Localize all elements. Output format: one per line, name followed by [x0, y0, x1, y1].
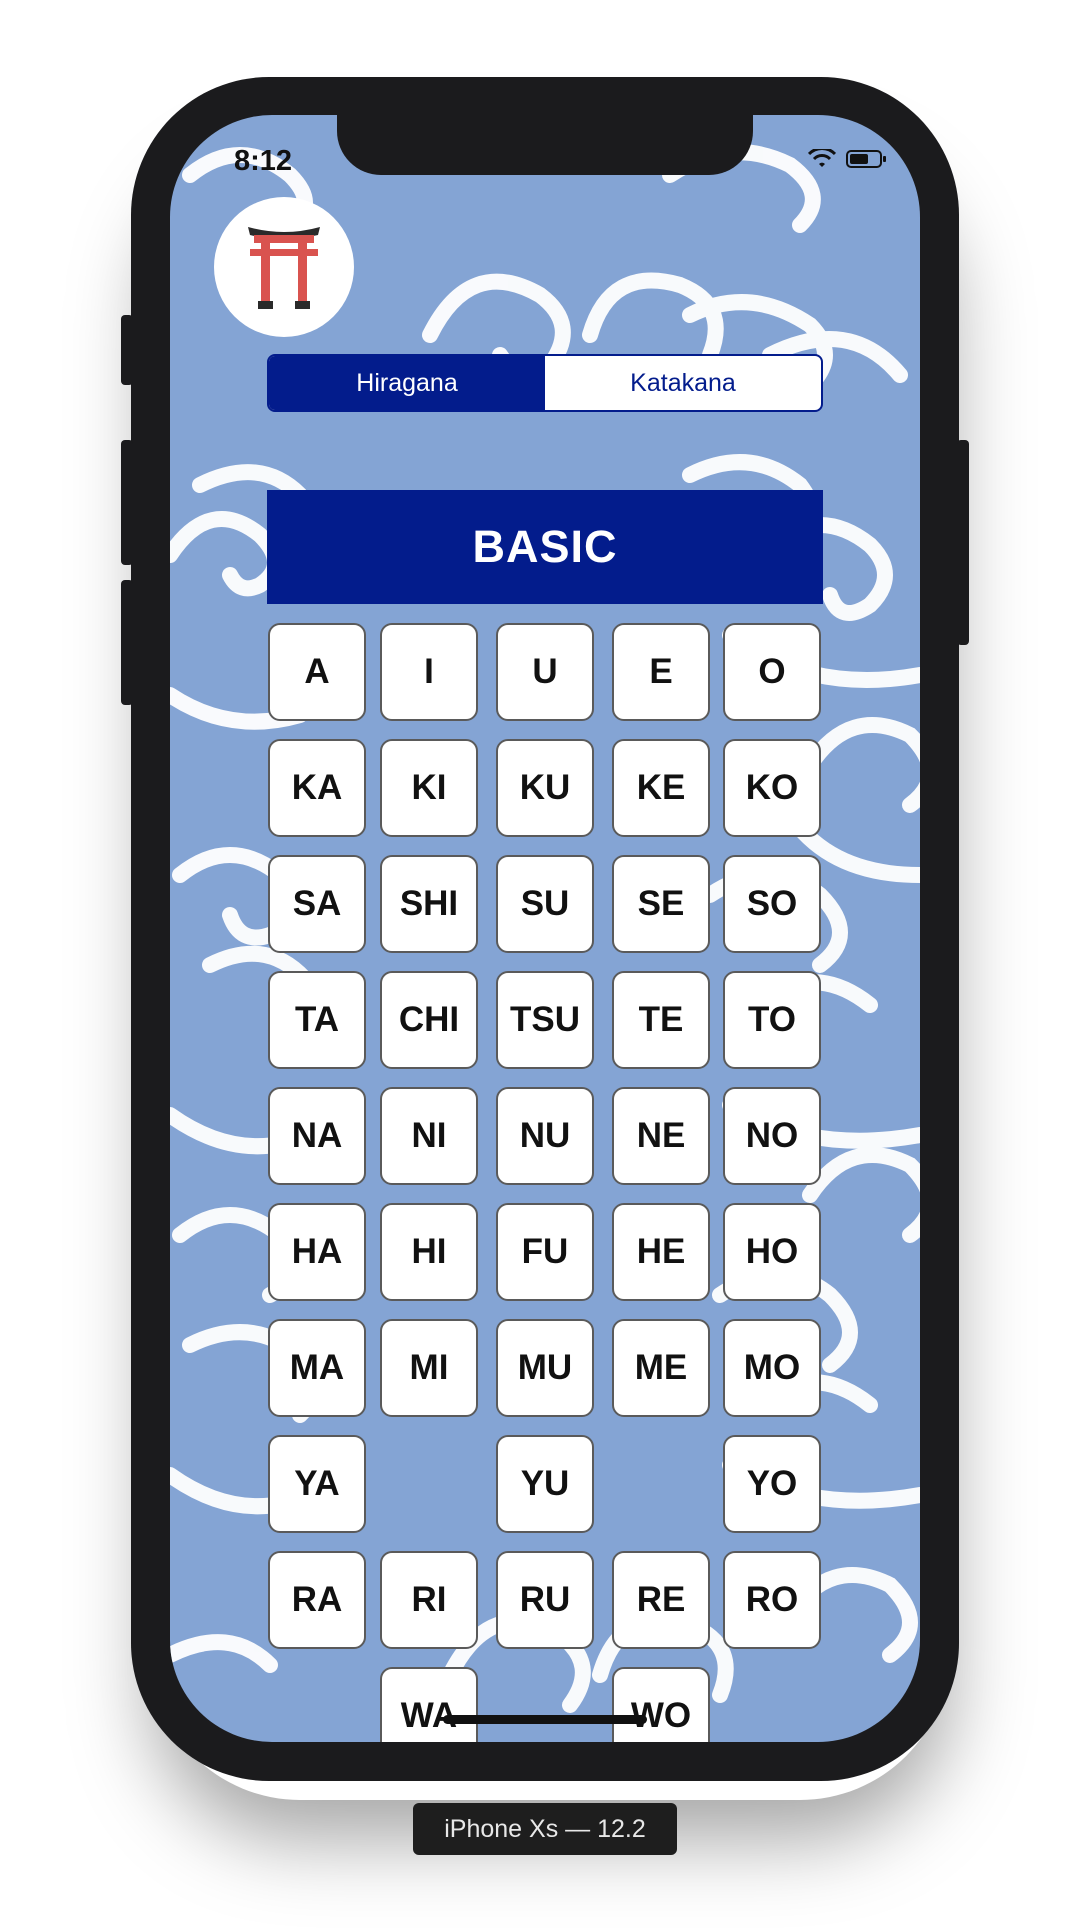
kana-button-hi[interactable]: HI [380, 1203, 478, 1301]
kana-button-no[interactable]: NO [723, 1087, 821, 1185]
kana-button-ma[interactable]: MA [268, 1319, 366, 1417]
kana-button-to[interactable]: TO [723, 971, 821, 1069]
mute-switch [121, 315, 133, 385]
kana-button-te[interactable]: TE [612, 971, 710, 1069]
app-screen: 8:12 Hiragana Katakana BASIC A I U E O KA KI KU… [170, 115, 920, 1742]
kana-button-he[interactable]: HE [612, 1203, 710, 1301]
kana-button-ha[interactable]: HA [268, 1203, 366, 1301]
power-button [957, 440, 969, 645]
kana-button-ra[interactable]: RA [268, 1551, 366, 1649]
kana-button-shi[interactable]: SHI [380, 855, 478, 953]
kana-button-chi[interactable]: CHI [380, 971, 478, 1069]
kana-button-so[interactable]: SO [723, 855, 821, 953]
kana-button-ko[interactable]: KO [723, 739, 821, 837]
kana-button-ho[interactable]: HO [723, 1203, 821, 1301]
kana-button-nu[interactable]: NU [496, 1087, 594, 1185]
kana-button-ka[interactable]: KA [268, 739, 366, 837]
kana-button-ni[interactable]: NI [380, 1087, 478, 1185]
kana-button-i[interactable]: I [380, 623, 478, 721]
kana-button-ki[interactable]: KI [380, 739, 478, 837]
kana-button-yu[interactable]: YU [496, 1435, 594, 1533]
kana-button-ri[interactable]: RI [380, 1551, 478, 1649]
volume-up-button [121, 440, 133, 565]
kana-button-ku[interactable]: KU [496, 739, 594, 837]
home-indicator[interactable] [443, 1715, 647, 1724]
kana-button-ro[interactable]: RO [723, 1551, 821, 1649]
kana-button-tsu[interactable]: TSU [496, 971, 594, 1069]
device-label: iPhone Xs — 12.2 [413, 1803, 677, 1855]
kana-button-sa[interactable]: SA [268, 855, 366, 953]
kana-button-re[interactable]: RE [612, 1551, 710, 1649]
kana-button-fu[interactable]: FU [496, 1203, 594, 1301]
kana-grid: A I U E O KA KI KU KE KO SA SHI SU SE SO TA CHI TSU TE TO NA… [170, 115, 920, 1742]
kana-button-me[interactable]: ME [612, 1319, 710, 1417]
kana-button-a[interactable]: A [268, 623, 366, 721]
kana-button-wa[interactable]: WA [380, 1667, 478, 1742]
kana-button-se[interactable]: SE [612, 855, 710, 953]
kana-button-mo[interactable]: MO [723, 1319, 821, 1417]
kana-button-ru[interactable]: RU [496, 1551, 594, 1649]
kana-button-u[interactable]: U [496, 623, 594, 721]
kana-button-na[interactable]: NA [268, 1087, 366, 1185]
kana-button-yo[interactable]: YO [723, 1435, 821, 1533]
kana-button-mu[interactable]: MU [496, 1319, 594, 1417]
kana-button-o[interactable]: O [723, 623, 821, 721]
kana-button-ne[interactable]: NE [612, 1087, 710, 1185]
kana-button-mi[interactable]: MI [380, 1319, 478, 1417]
volume-down-button [121, 580, 133, 705]
kana-button-wo[interactable]: WO [612, 1667, 710, 1742]
kana-button-e[interactable]: E [612, 623, 710, 721]
kana-button-ta[interactable]: TA [268, 971, 366, 1069]
kana-button-ke[interactable]: KE [612, 739, 710, 837]
kana-button-ya[interactable]: YA [268, 1435, 366, 1533]
kana-button-su[interactable]: SU [496, 855, 594, 953]
